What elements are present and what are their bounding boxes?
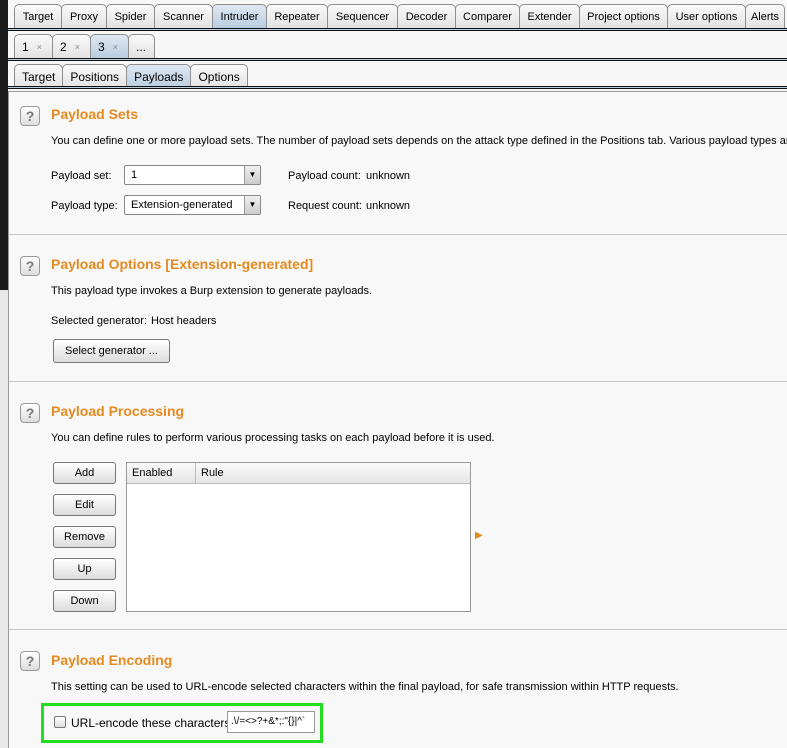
tab-label: 2 [60, 39, 67, 54]
characters-input[interactable]: .\/=<>?+&*;:"{}|^` [227, 711, 315, 733]
section-description: This payload type invokes a Burp extensi… [51, 285, 373, 297]
section-description: You can define one or more payload sets.… [51, 135, 787, 147]
attack-tabs: 1 × 2 × 3 × ... [14, 34, 155, 58]
tab-proxy[interactable]: Proxy [61, 4, 107, 28]
help-icon[interactable]: ? [20, 106, 40, 126]
chevron-down-icon: ▼ [244, 166, 260, 184]
payloads-panel: ? Payload Sets You can define one or mor… [8, 91, 787, 748]
tab-divider [8, 28, 787, 31]
tab-label: 3 [98, 39, 105, 54]
select-generator-button[interactable]: Select generator ... [53, 339, 170, 363]
tab-divider [8, 86, 787, 89]
window-edge [0, 290, 8, 748]
subtab-options[interactable]: Options [190, 64, 248, 88]
tab-extender[interactable]: Extender [519, 4, 580, 28]
url-encode-label: URL-encode these characters: [71, 716, 234, 730]
attack-tab-2[interactable]: 2 × [52, 34, 91, 58]
table-header: Enabled Rule [127, 463, 470, 484]
tab-target[interactable]: Target [14, 4, 62, 28]
new-attack-tab[interactable]: ... [128, 34, 155, 58]
sub-tabs: Target Positions Payloads Options [14, 64, 248, 88]
subtab-target[interactable]: Target [14, 64, 64, 88]
payload-set-select[interactable]: 1 ▼ [124, 165, 261, 185]
tab-project-options[interactable]: Project options [579, 4, 668, 28]
window-edge [0, 0, 8, 290]
close-icon[interactable]: × [113, 42, 118, 52]
divider [9, 629, 787, 630]
attack-tab-1[interactable]: 1 × [14, 34, 53, 58]
payload-type-select[interactable]: Extension-generated ▼ [124, 195, 261, 215]
move-down-button[interactable]: Down [53, 590, 116, 612]
tab-spider[interactable]: Spider [106, 4, 155, 28]
selected-value: Extension-generated [131, 199, 233, 211]
help-icon[interactable]: ? [20, 256, 40, 276]
close-icon[interactable]: × [37, 42, 42, 52]
edit-rule-button[interactable]: Edit [53, 494, 116, 516]
section-title: Payload Encoding [51, 652, 173, 668]
add-rule-button[interactable]: Add [53, 462, 116, 484]
expand-arrow-icon[interactable]: ▶ [475, 530, 483, 541]
subtab-positions[interactable]: Positions [62, 64, 128, 88]
main-tabs: Target Proxy Spider Scanner Intruder Rep… [14, 4, 785, 28]
tab-divider [8, 58, 787, 61]
section-title: Payload Options [Extension-generated] [51, 256, 314, 272]
tab-user-options[interactable]: User options [667, 4, 746, 28]
remove-rule-button[interactable]: Remove [53, 526, 116, 548]
tab-repeater[interactable]: Repeater [266, 4, 328, 28]
request-count-value: unknown [366, 200, 411, 212]
section-title: Payload Sets [51, 106, 139, 122]
tab-decoder[interactable]: Decoder [397, 4, 456, 28]
help-icon[interactable]: ? [20, 651, 40, 671]
divider [9, 381, 787, 382]
generator-label: Selected generator: [51, 315, 148, 327]
chevron-down-icon: ▼ [244, 196, 260, 214]
tab-alerts[interactable]: Alerts [745, 4, 785, 28]
divider [9, 234, 787, 235]
section-description: You can define rules to perform various … [51, 432, 495, 444]
tab-comparer[interactable]: Comparer [455, 4, 520, 28]
close-icon[interactable]: × [75, 42, 80, 52]
tab-label: 1 [22, 39, 29, 54]
tab-sequencer[interactable]: Sequencer [327, 4, 398, 28]
column-enabled[interactable]: Enabled [127, 463, 196, 483]
url-encode-checkbox[interactable] [54, 716, 66, 728]
payload-count-value: unknown [366, 170, 411, 182]
payload-count-label: Payload count: [288, 170, 361, 182]
selected-value: 1 [131, 169, 138, 181]
subtab-payloads[interactable]: Payloads [126, 64, 192, 88]
tab-scanner[interactable]: Scanner [154, 4, 213, 28]
payload-set-label: Payload set: [51, 170, 112, 182]
help-icon[interactable]: ? [20, 403, 40, 423]
rules-table[interactable]: Enabled Rule [126, 462, 471, 612]
tab-intruder[interactable]: Intruder [212, 4, 267, 28]
payload-type-label: Payload type: [51, 200, 118, 212]
section-description: This setting can be used to URL-encode s… [51, 681, 679, 693]
attack-tab-3[interactable]: 3 × [90, 34, 129, 58]
request-count-label: Request count: [288, 200, 362, 212]
section-title: Payload Processing [51, 403, 185, 419]
move-up-button[interactable]: Up [53, 558, 116, 580]
column-rule[interactable]: Rule [196, 463, 470, 483]
generator-value: Host headers [151, 315, 217, 327]
